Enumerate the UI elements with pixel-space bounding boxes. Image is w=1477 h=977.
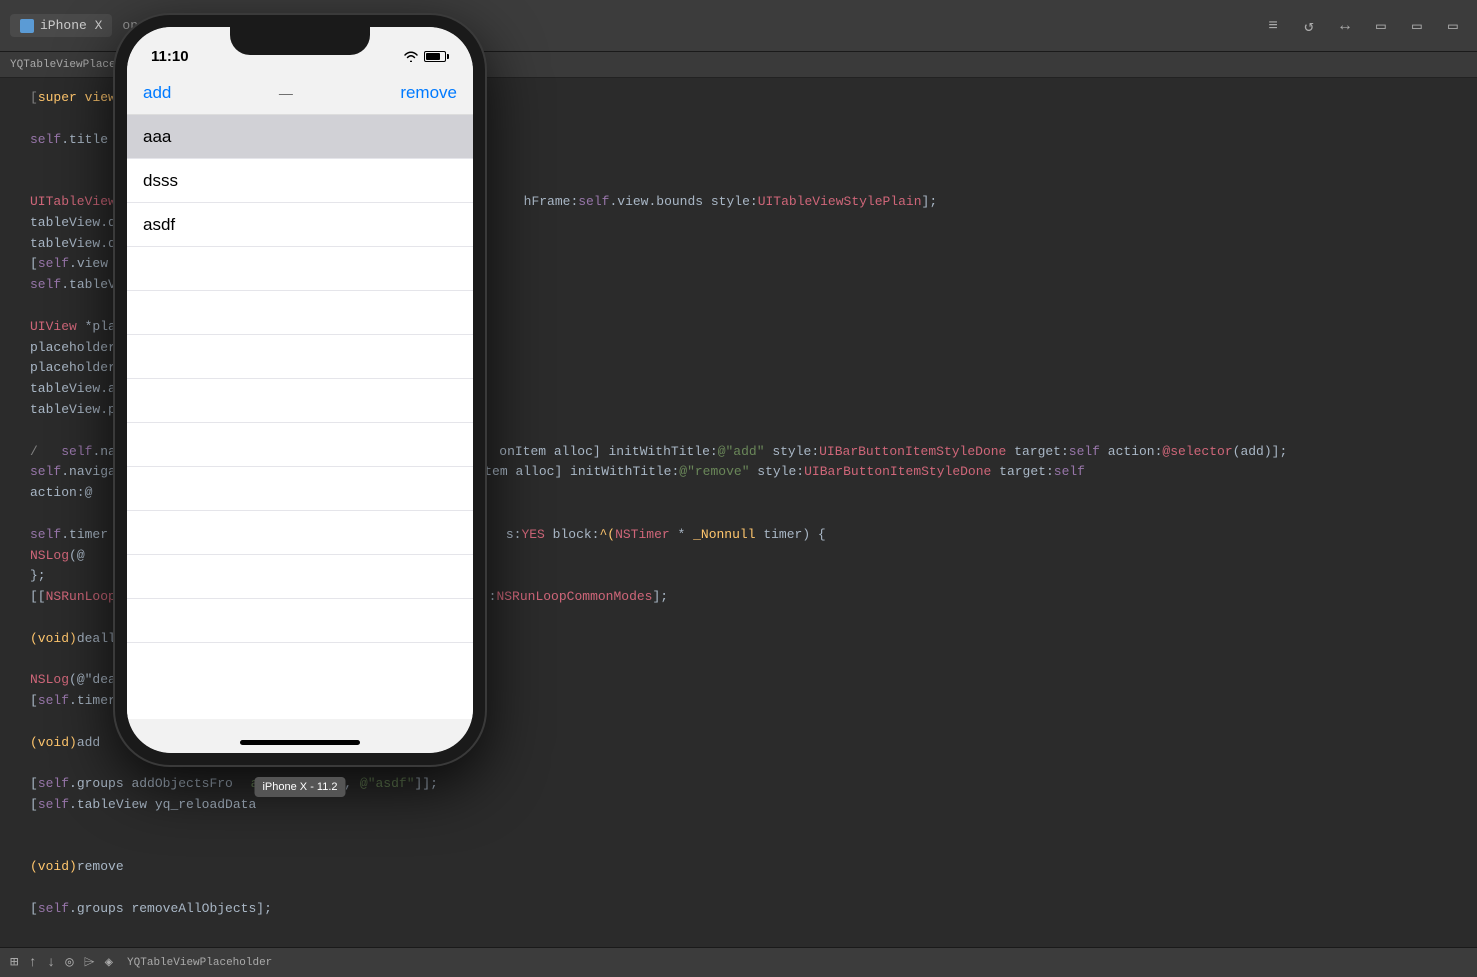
toolbar-right-actions: ≡ ↺ ↔ ▭ ▭ ▭: [1259, 12, 1467, 40]
nav-add-button[interactable]: add: [143, 83, 171, 103]
iphone-device: 11:10: [115, 15, 485, 765]
layout-icon-5[interactable]: ▭: [1403, 12, 1431, 40]
table-cell-1-label: dsss: [143, 171, 178, 191]
status-bar-bottom: ⊞ ↑ ↓ ◎ ⌲ ◈ YQTableViewPlaceholder: [0, 947, 1477, 977]
nav-title: —: [171, 85, 400, 101]
tab-icon: [20, 19, 34, 33]
table-cell-1[interactable]: dsss: [127, 159, 473, 203]
table-cell-2[interactable]: asdf: [127, 203, 473, 247]
iphone-screen: 11:10: [127, 27, 473, 753]
table-cell-empty-3: [127, 335, 473, 379]
phone-status-icons: [403, 50, 449, 62]
device-tooltip: iPhone X - 11.2: [254, 777, 345, 797]
phone-notch: [230, 27, 370, 55]
phone-time: 11:10: [151, 48, 189, 65]
battery-icon: [424, 51, 449, 62]
nav-bar: add — remove: [127, 71, 473, 115]
layout-icon-6[interactable]: ▭: [1439, 12, 1467, 40]
table-cell-0-label: aaa: [143, 127, 171, 147]
layout-icon-1[interactable]: ≡: [1259, 12, 1287, 40]
table-cell-0[interactable]: aaa: [127, 115, 473, 159]
status-icon-1[interactable]: ⊞: [10, 954, 18, 971]
iphone-inner: 11:10: [127, 27, 473, 753]
table-view: aaa dsss asdf: [127, 115, 473, 719]
simulator-tab[interactable]: iPhone X: [10, 14, 112, 37]
table-cell-empty-1: [127, 247, 473, 291]
table-cell-2-label: asdf: [143, 215, 175, 235]
table-cell-empty-4: [127, 379, 473, 423]
table-cell-empty-9: [127, 599, 473, 643]
home-indicator: [240, 740, 360, 745]
code-line-38: (void)remove: [20, 857, 1477, 878]
table-cell-empty-7: [127, 511, 473, 555]
table-cell-empty-5: [127, 423, 473, 467]
code-line-36: [20, 816, 1477, 837]
layout-icon-4[interactable]: ▭: [1367, 12, 1395, 40]
status-icon-3[interactable]: ↓: [47, 955, 55, 971]
code-line-37: [20, 837, 1477, 858]
breadcrumb-status: YQTableViewPlaceholder: [127, 957, 272, 969]
table-cell-empty-2: [127, 291, 473, 335]
table-cell-empty-8: [127, 555, 473, 599]
code-line-34: [self.groups addObjectsFro aa", @"dsss",…: [20, 774, 1477, 795]
table-cell-empty-6: [127, 467, 473, 511]
layout-icon-3[interactable]: ↔: [1331, 12, 1359, 40]
wifi-icon: [403, 50, 419, 62]
code-line-35: [self.tableView yq_reloadData: [20, 795, 1477, 816]
code-line-39: [20, 878, 1477, 899]
status-icon-6[interactable]: ◈: [105, 954, 113, 971]
code-line-40: [self.groups removeAllObjects];: [20, 899, 1477, 920]
tab-label: iPhone X: [40, 18, 102, 33]
status-icon-4[interactable]: ◎: [65, 954, 73, 971]
nav-remove-button[interactable]: remove: [400, 83, 457, 103]
status-icon-2[interactable]: ↑: [28, 955, 36, 971]
layout-icon-2[interactable]: ↺: [1295, 12, 1323, 40]
status-icon-5[interactable]: ⌲: [84, 955, 95, 971]
